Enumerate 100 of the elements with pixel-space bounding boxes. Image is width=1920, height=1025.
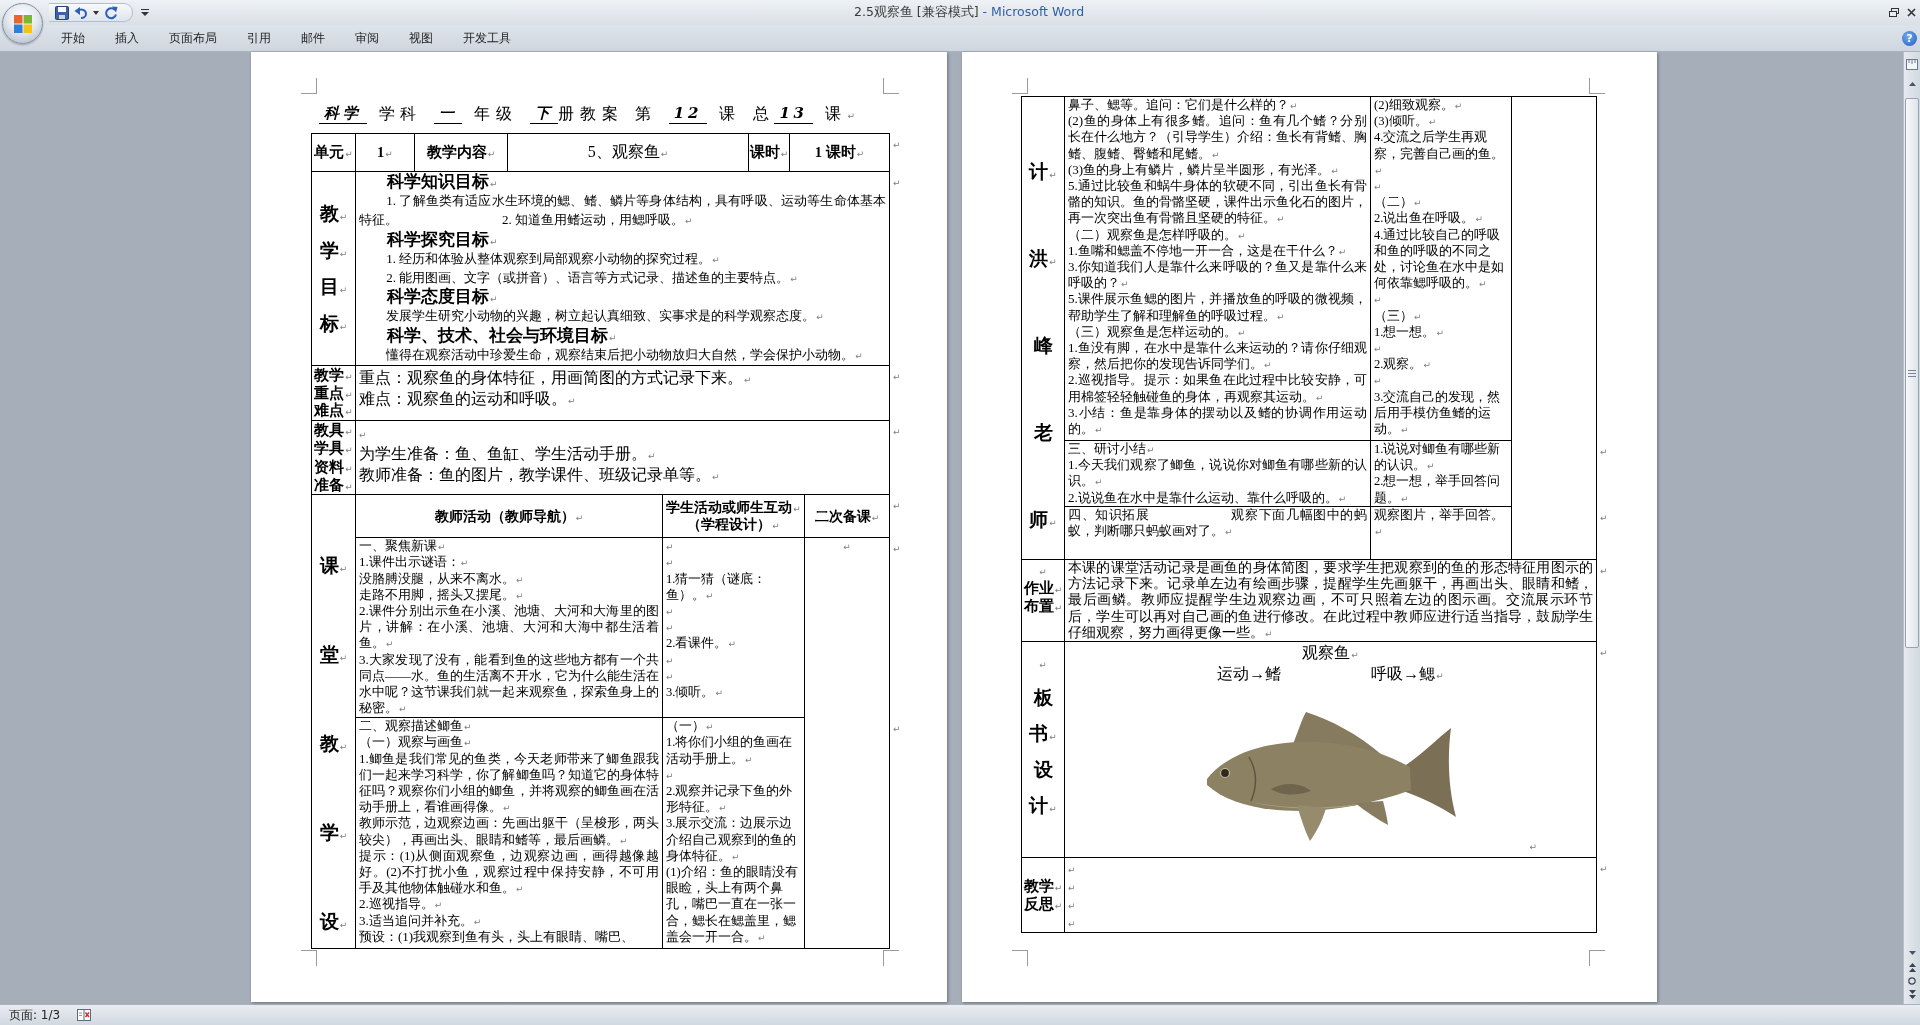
circular-arrow-icon[interactable] xyxy=(104,5,118,20)
cell-paragraph: 难点：观察鱼的运动和呼吸。↵ xyxy=(359,389,576,409)
row-label: 老 xyxy=(1033,423,1053,443)
undo-icon[interactable] xyxy=(74,6,88,19)
row-label: 重点↵ xyxy=(314,384,353,402)
row-label: 书↵ xyxy=(1029,722,1057,746)
cell-paragraph: 2.说出鱼在呼吸。↵ xyxy=(1374,210,1483,227)
margin-corner-mark xyxy=(883,78,899,94)
ruler-icon[interactable] xyxy=(1906,59,1918,70)
paragraph-mark: ↵ xyxy=(666,623,674,634)
caret-icon[interactable] xyxy=(93,10,99,15)
ribbon-tab[interactable]: 引用 xyxy=(232,25,286,51)
row-label: 计↵ xyxy=(1029,794,1057,818)
cell-paragraph: 教师准备：鱼的图片，教学课件、班级记录单等。↵ xyxy=(359,465,720,485)
grip-icon xyxy=(1908,369,1916,377)
row-label: 教↵ xyxy=(319,202,348,226)
row-end-mark: ↵ xyxy=(893,543,901,554)
cell-paragraph: 1.课件出示谜语：↵ xyxy=(359,554,469,571)
board-title: 观察鱼↵ xyxy=(1302,643,1359,663)
cell-paragraph: 1.鱼没有脚，在水中是靠什么来运动的？请你仔细观察，然后把你的发现告诉同学们。↵ xyxy=(1068,340,1367,373)
margin-corner-mark xyxy=(1589,950,1605,966)
double-down-arrow-icon[interactable] xyxy=(1908,990,1916,999)
cell-paragraph: 2.巡视指导。提示：如果鱼在此过程中比较安静，可用棉签轻轻触碰鱼的身体，再观察其运动。↵ xyxy=(1068,372,1367,405)
heading-text: 课 xyxy=(719,104,741,124)
row-label: 学具↵ xyxy=(314,439,353,458)
board-term: 呼吸→鳃↵ xyxy=(1371,664,1444,684)
paragraph-mark: ↵ xyxy=(666,671,674,682)
ribbon-tab[interactable]: 审阅 xyxy=(340,25,394,51)
cell-paragraph: （一）观察与画鱼↵ xyxy=(359,734,472,751)
cell-paragraph: 1.将你们小组的鱼画在活动手册上。↵ xyxy=(666,734,794,767)
cell-paragraph: 2. 能用图画、文字（或拼音）、语言等方式记录、描述鱼的主要特点。↵ xyxy=(385,269,798,287)
row-end-mark: ↵ xyxy=(893,371,901,382)
cell-paragraph: 没胳膊没腿，从来不离水。↵ xyxy=(359,570,524,587)
row-end-mark: ↵ xyxy=(893,723,901,734)
save-icon[interactable] xyxy=(55,5,69,20)
row-label: 教学↵ xyxy=(314,367,353,385)
heading-text: 课↵ xyxy=(824,104,855,124)
cell-paragraph: 2.看课件。↵ xyxy=(666,635,736,652)
cell-text: 单元↵ xyxy=(314,143,353,162)
cell-paragraph: 发展学生研究小动物的兴趣，树立起认真细致、实事求是的科学观察态度。↵ xyxy=(385,307,824,326)
cell-paragraph: (2)鱼的身体上有很多鳍。追问：鱼有几个鳍？分别长在什么地方？（引导学生）介绍：鱼长有背鳍、胸鳍、腹鳍、臀鳍和尾鳍。↵ xyxy=(1068,113,1367,162)
cell-paragraph: 三、研讨小结↵ xyxy=(1068,441,1155,458)
cell-paragraph: 1.说说对鲫鱼有哪些新的认识。↵ xyxy=(1374,441,1502,474)
paragraph-mark: ↵ xyxy=(1039,660,1047,670)
cell-text: 教学内容↵ xyxy=(426,143,496,162)
column-header: 教师活动（教师导航）↵ xyxy=(434,507,584,525)
paragraph-mark: ↵ xyxy=(1068,865,1076,875)
row-label: 教具↵ xyxy=(314,421,353,440)
cell-paragraph: 四、知识拓展 观察下面几幅图中的蚂蚁，判断哪只蚂蚁画对了。↵ xyxy=(1068,507,1367,540)
restore-icon[interactable] xyxy=(1889,8,1899,17)
cell-paragraph: 4.通过比较自己的呼吸和鱼的呼吸的不同之处，讨论鱼在水中是如何依靠鳃呼吸的。↵ xyxy=(1374,226,1505,292)
ribbon-tab[interactable]: 视图 xyxy=(394,25,448,51)
cell-paragraph: 2.观察。↵ xyxy=(1374,356,1431,373)
close-icon[interactable] xyxy=(1907,8,1916,17)
paragraph-mark: ↵ xyxy=(666,607,674,617)
ribbon-tab[interactable]: 开始 xyxy=(46,25,100,51)
margin-corner-mark xyxy=(883,950,899,966)
row-label: 准备↵ xyxy=(314,475,353,495)
ribbon-tab[interactable]: 邮件 xyxy=(286,25,340,51)
row-label: 学↵ xyxy=(319,823,348,844)
row-end-mark: ↵ xyxy=(1600,446,1608,457)
row-label: 洪↵ xyxy=(1029,249,1057,269)
row-label: 难点↵ xyxy=(314,402,353,420)
cell-paragraph: 1.今天我们观察了鲫鱼，说说你对鲫鱼有哪些新的认识。↵ xyxy=(1068,457,1367,490)
cell-paragraph: 懂得在观察活动中珍爱生命，观察结束后把小动物放归大自然，学会保护小动物。↵ xyxy=(385,345,863,364)
row-end-mark: ↵ xyxy=(1600,565,1608,576)
scrollbar-thumb[interactable] xyxy=(1905,98,1919,648)
cell-text: 1↵ xyxy=(377,144,393,161)
double-up-arrow-icon[interactable] xyxy=(1908,963,1916,972)
heading-text: 第 xyxy=(635,104,657,124)
row-end-mark: ↵ xyxy=(1600,512,1608,523)
cell-paragraph: 重点：观察鱼的身体特征，用画简图的方式记录下来。↵ xyxy=(359,368,752,388)
cell-paragraph: (1)介绍：鱼的眼睛没有眼睑，头上有两个鼻孔，嘴巴一直在一张一合，鳃长在鳃盖里，鳃盖会一开一合。↵ xyxy=(666,864,799,946)
cell-paragraph: 1.想一想。↵ xyxy=(1374,323,1444,341)
down-arrow-icon[interactable] xyxy=(1908,951,1916,955)
cell-paragraph: 教师示范，边观察边画：先画出躯干（呈梭形，两头较尖），再画出头、眼睛和鳍等，最后画鳞。↵ xyxy=(359,815,659,848)
cell-paragraph: 2.说说鱼在水中是靠什么运动、靠什么呼吸的。↵ xyxy=(1068,489,1347,506)
section-heading: 科学知识目标↵ xyxy=(387,172,498,192)
ribbon-tab[interactable]: 开发工具 xyxy=(448,25,526,51)
up-arrow-icon[interactable] xyxy=(1908,82,1916,86)
paragraph-mark: ↵ xyxy=(1529,841,1537,853)
circle-icon[interactable] xyxy=(1908,977,1916,985)
section-heading: 科学态度目标↵ xyxy=(387,287,498,307)
row-end-mark: ↵ xyxy=(893,139,901,150)
row-label: 标↵ xyxy=(319,312,348,337)
filled-blank: 下 xyxy=(529,103,559,124)
cell-text: 5、观察鱼↵ xyxy=(587,142,669,162)
margin-corner-mark xyxy=(301,950,317,966)
row-label: 学↵ xyxy=(319,238,348,263)
caret-icon[interactable] xyxy=(141,9,149,16)
ribbon-tab[interactable]: 插入 xyxy=(100,25,154,51)
heading-text: 册教案 xyxy=(558,104,624,124)
ribbon-tab[interactable]: 页面布局 xyxy=(154,25,232,51)
column-header: 学生活动或师生互动↵ xyxy=(666,499,801,517)
row-label: 课↵ xyxy=(319,556,348,577)
cell-paragraph: 5.课件展示鱼鳃的图片，并播放鱼的呼吸的微视频，帮助学生了解和理解鱼的呼吸过程。↵ xyxy=(1068,291,1367,324)
cell-paragraph: 3.适当追问并补充。↵ xyxy=(359,912,482,929)
filled-blank: 12 xyxy=(668,103,708,124)
row-label: 板 xyxy=(1033,686,1053,710)
row-label: 资料↵ xyxy=(314,457,353,476)
